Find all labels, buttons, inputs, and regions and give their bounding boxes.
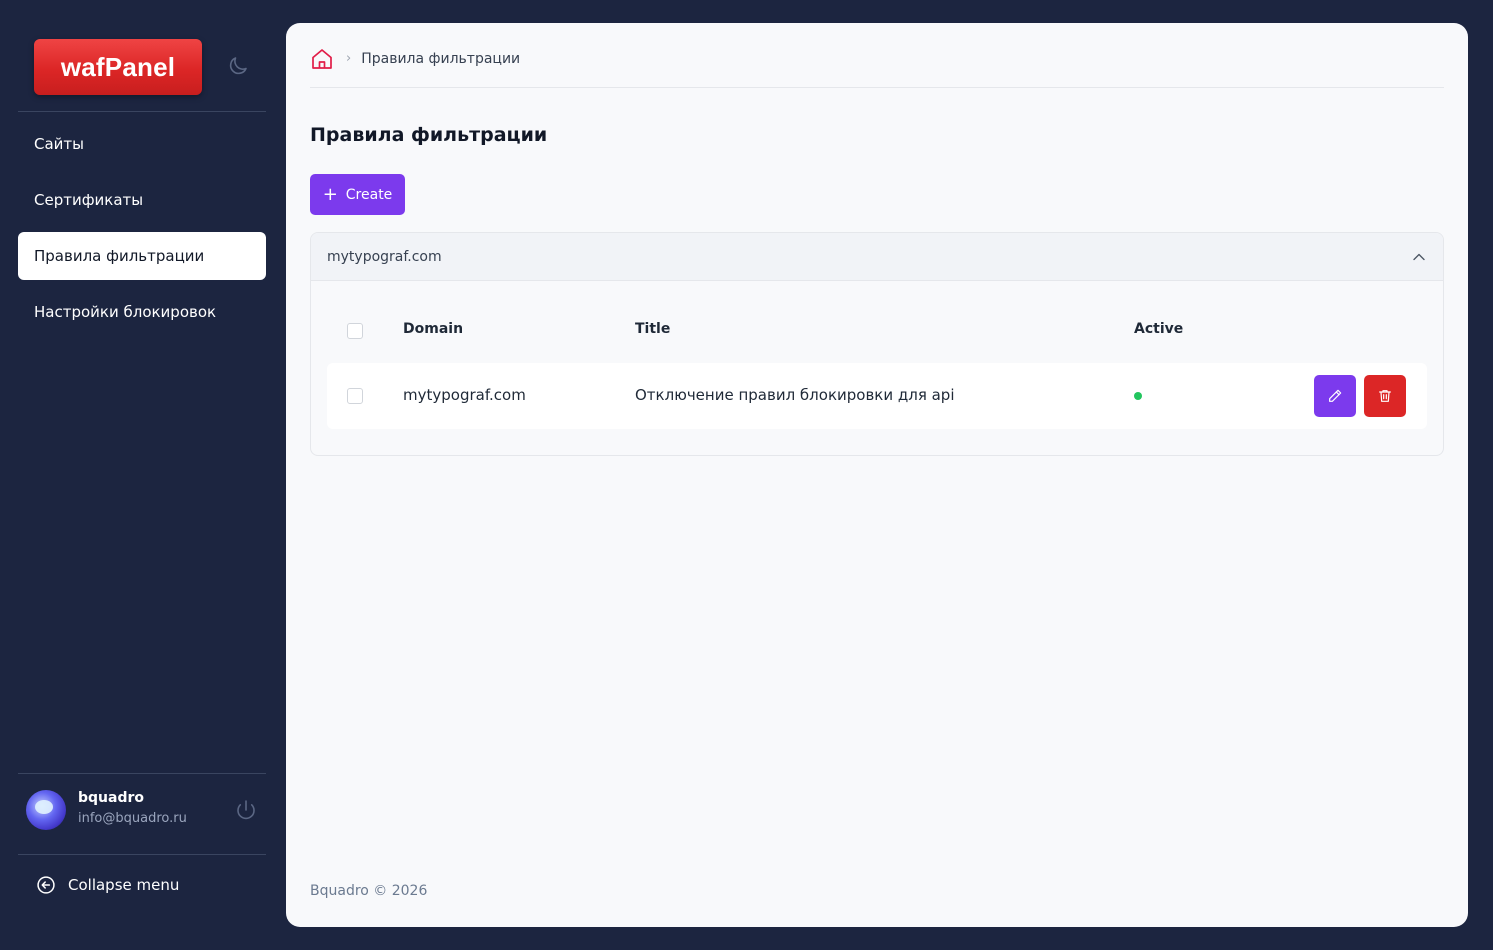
breadcrumb-current: Правила фильтрации xyxy=(361,51,521,67)
breadcrumb-separator-icon: › xyxy=(346,51,352,66)
page-title: Правила фильтрации xyxy=(310,124,548,146)
domain-group-title: mytypograf.com xyxy=(327,248,442,265)
create-button[interactable]: + Create xyxy=(310,174,405,215)
column-header-active[interactable]: Active xyxy=(1134,321,1183,337)
sidebar-nav: Сайты Сертификаты Правила фильтрации Нас… xyxy=(18,120,266,344)
table-header: Domain Title Active xyxy=(327,303,1427,359)
user-profile: bquadro info@bquadro.ru xyxy=(26,788,266,832)
sidebar: wafPanel Сайты Сертификаты Правила фильт… xyxy=(0,0,286,950)
select-all-checkbox[interactable] xyxy=(347,323,363,339)
pencil-icon xyxy=(1329,389,1342,402)
row-checkbox[interactable] xyxy=(347,388,363,404)
moon-icon[interactable] xyxy=(226,54,250,78)
collapse-menu-button[interactable]: Collapse menu xyxy=(36,875,179,895)
arrow-left-circle-icon xyxy=(37,876,55,894)
sidebar-item-sites[interactable]: Сайты xyxy=(18,120,266,168)
plus-icon: + xyxy=(322,183,338,205)
column-header-title[interactable]: Title xyxy=(635,321,670,337)
home-icon[interactable] xyxy=(310,47,334,71)
sidebar-divider xyxy=(18,854,266,855)
row-title: Отключение правил блокировки для api xyxy=(635,386,955,404)
breadcrumb: › Правила фильтрации xyxy=(310,47,1444,88)
collapse-menu-label: Collapse menu xyxy=(68,876,180,894)
active-status-dot xyxy=(1134,392,1142,400)
sidebar-item-certificates[interactable]: Сертификаты xyxy=(18,176,266,224)
table-row: mytypograf.com Отключение правил блокиро… xyxy=(327,363,1427,429)
sidebar-item-filter-rules[interactable]: Правила фильтрации xyxy=(18,232,266,280)
power-icon[interactable] xyxy=(234,798,258,822)
delete-button[interactable] xyxy=(1364,375,1406,417)
footer-copyright: Bquadro © 2026 xyxy=(310,883,428,899)
domain-group-header[interactable]: mytypograf.com xyxy=(311,233,1443,281)
row-domain: mytypograf.com xyxy=(403,386,526,404)
user-name: bquadro xyxy=(78,790,145,806)
create-button-label: Create xyxy=(345,186,393,203)
avatar xyxy=(26,790,66,830)
sidebar-item-block-settings[interactable]: Настройки блокировок xyxy=(18,288,266,336)
edit-button[interactable] xyxy=(1314,375,1356,417)
user-email: info@bquadro.ru xyxy=(78,811,187,826)
app-logo[interactable]: wafPanel xyxy=(34,39,202,95)
chevron-up-icon[interactable] xyxy=(1409,247,1429,267)
sidebar-divider xyxy=(18,773,266,774)
column-header-domain[interactable]: Domain xyxy=(403,321,463,337)
main-panel: › Правила фильтрации Правила фильтрации … xyxy=(286,23,1468,927)
sidebar-divider xyxy=(18,111,266,112)
trash-icon xyxy=(1379,390,1391,402)
domain-group: mytypograf.com Domain Title Active mytyp… xyxy=(310,232,1444,456)
